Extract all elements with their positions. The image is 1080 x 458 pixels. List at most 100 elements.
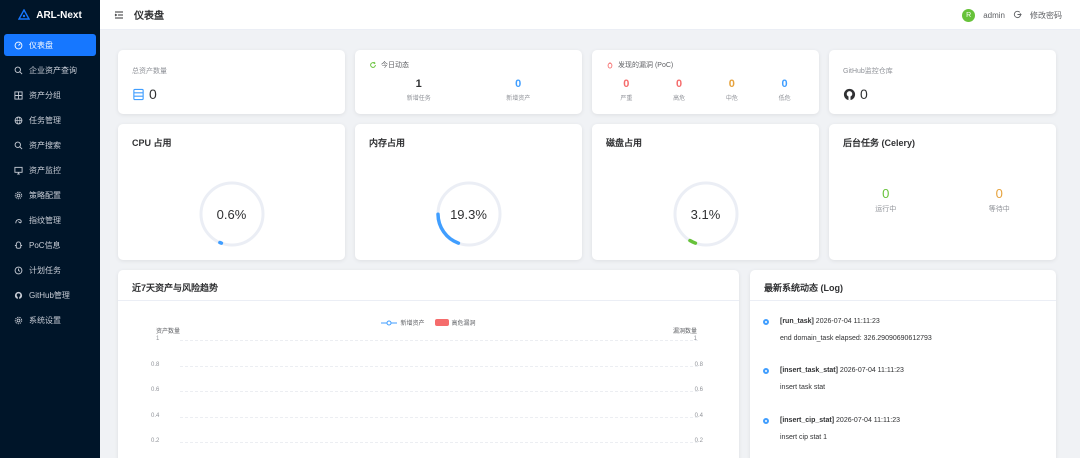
sidebar-item-label: 指纹管理 bbox=[29, 215, 61, 225]
github-card: GitHub监控仓库 0 bbox=[829, 50, 1056, 114]
log-entry: [run_task] 2026-07-04 11:11:23 end domai… bbox=[763, 318, 932, 342]
avatar[interactable]: R bbox=[962, 8, 976, 22]
page-title: 仪表盘 bbox=[134, 11, 164, 22]
stat-label: 严重 bbox=[620, 96, 633, 102]
sidebar-item-dashboard[interactable]: 仪表盘 bbox=[4, 34, 96, 56]
trend-chart-title: 近7天资产与风险趋势 bbox=[132, 283, 219, 293]
sidebar-item-label: 资产搜索 bbox=[29, 140, 61, 150]
log-tag: [insert_task_stat] bbox=[780, 367, 838, 374]
legend-label: 高危漏洞 bbox=[451, 321, 476, 327]
left-tick: 1 bbox=[156, 336, 160, 342]
bug-icon bbox=[607, 62, 613, 69]
sidebar-item-fingerprint[interactable]: 指纹管理 bbox=[4, 209, 96, 231]
stat-label: 等待中 bbox=[988, 206, 1010, 213]
change-password-link[interactable]: 修改密码 bbox=[1030, 10, 1062, 21]
globe-icon bbox=[14, 116, 23, 125]
menu-toggle-icon[interactable] bbox=[114, 10, 124, 20]
sidebar-item-label: 资产分组 bbox=[29, 90, 61, 100]
cpu-title: CPU 占用 bbox=[132, 138, 172, 148]
left-tick: 0.2 bbox=[151, 438, 160, 444]
sidebar-item-system-settings[interactable]: 系统设置 bbox=[4, 309, 96, 331]
sidebar-item-label: 企业资产查询 bbox=[29, 65, 77, 75]
celery-running: 0 运行中 bbox=[875, 186, 896, 214]
log-tag: [run_task] bbox=[780, 318, 814, 325]
total-assets-card: 总资产数量 0 bbox=[118, 50, 345, 114]
log-card: 最新系统动态 (Log) [run_task] 2026-07-04 11:11… bbox=[750, 270, 1056, 458]
sidebar-item-asset-monitor[interactable]: 资产监控 bbox=[4, 159, 96, 181]
stat-value: 0 bbox=[882, 186, 890, 201]
stat-label: 运行中 bbox=[875, 206, 897, 213]
header-user-area: R admin 修改密码 bbox=[962, 0, 1062, 30]
stat-new-assets: 0 新增资产 bbox=[506, 78, 530, 102]
sidebar-item-label: 策略配置 bbox=[29, 190, 61, 200]
poc-icon bbox=[14, 240, 23, 250]
disk-value: 3.1% bbox=[690, 206, 721, 222]
settings-icon bbox=[14, 316, 23, 325]
log-dot bbox=[763, 368, 769, 374]
stat-label: 新增任务 bbox=[406, 96, 431, 102]
stat-medium: 0 中危 bbox=[726, 78, 738, 102]
right-axis-name: 漏洞数量 bbox=[672, 329, 697, 335]
disk-title: 磁盘占用 bbox=[606, 138, 643, 148]
chart-legend: 新增资产 高危漏洞 bbox=[118, 318, 739, 327]
legend-new-assets[interactable]: 新增资产 bbox=[381, 318, 425, 327]
log-entry: [insert_task_stat] 2026-07-04 11:11:23 i… bbox=[763, 367, 904, 391]
memory-title: 内存占用 bbox=[369, 138, 406, 148]
legend-high-vulns[interactable]: 高危漏洞 bbox=[434, 318, 476, 327]
log-time: 2026-07-04 11:11:23 bbox=[815, 318, 880, 325]
grid-line bbox=[180, 391, 698, 392]
stat-label: 新增资产 bbox=[506, 96, 531, 102]
trend-chart-card: 近7天资产与风险趋势 新增资产 高危漏洞 资产数量 漏洞数量 1 1 0.8 0… bbox=[118, 270, 739, 458]
log-tag: [insert_cip_stat] bbox=[780, 417, 835, 424]
celery-pending: 0 等待中 bbox=[989, 186, 1010, 214]
github-icon bbox=[14, 291, 23, 300]
stat-label: 中危 bbox=[725, 96, 738, 102]
grid-line bbox=[180, 442, 698, 443]
app-logo[interactable]: ARL-Next bbox=[0, 0, 100, 30]
stat-label: 低危 bbox=[778, 96, 791, 102]
logo-icon bbox=[18, 9, 31, 20]
right-tick: 1 bbox=[693, 336, 697, 342]
right-tick: 0.8 bbox=[694, 362, 703, 368]
log-time: 2026-07-04 11:11:23 bbox=[839, 367, 904, 374]
refresh-icon bbox=[370, 61, 376, 68]
sidebar-item-policy[interactable]: 策略配置 bbox=[4, 184, 96, 206]
sidebar-item-enterprise-assets[interactable]: 企业资产查询 bbox=[4, 59, 96, 81]
log-time: 2026-07-04 11:11:23 bbox=[836, 417, 900, 424]
disk-card: 磁盘占用 3.1% bbox=[592, 124, 819, 260]
fingerprint-icon bbox=[14, 216, 23, 225]
cpu-gauge: 0.6% bbox=[196, 178, 268, 250]
github-value: 0 bbox=[860, 86, 868, 102]
left-tick: 0.8 bbox=[151, 362, 160, 368]
cpu-value: 0.6% bbox=[216, 206, 247, 222]
log-message: end domain_task elapsed: 326.29090690612… bbox=[780, 335, 932, 342]
sidebar-item-tasks[interactable]: 任务管理 bbox=[4, 109, 96, 131]
sidebar-item-asset-search[interactable]: 资产搜索 bbox=[4, 134, 96, 156]
sidebar-item-label: GitHub管理 bbox=[29, 290, 70, 300]
today-activity-card: 今日动态 1 新增任务 0 新增资产 bbox=[355, 50, 582, 114]
sidebar-item-label: 任务管理 bbox=[29, 115, 61, 125]
dashboard-icon bbox=[14, 41, 23, 50]
stat-value: 0 bbox=[781, 78, 788, 90]
sidebar-item-label: 系统设置 bbox=[29, 315, 61, 325]
right-tick: 0.4 bbox=[694, 413, 703, 419]
username[interactable]: admin bbox=[983, 11, 1005, 20]
legend-bar-marker bbox=[434, 319, 449, 326]
logout-icon[interactable] bbox=[1013, 10, 1022, 21]
memory-value: 19.3% bbox=[450, 206, 487, 222]
top-header: 仪表盘 R admin 修改密码 bbox=[100, 0, 1080, 30]
right-tick: 0.2 bbox=[694, 438, 703, 444]
memory-card: 内存占用 19.3% bbox=[355, 124, 582, 260]
sidebar-item-scheduled[interactable]: 计划任务 bbox=[4, 259, 96, 281]
log-entry: [insert_cip_stat] 2026-07-04 11:11:23 in… bbox=[763, 417, 900, 441]
stat-critical: 0 严重 bbox=[620, 78, 632, 102]
today-activity-title: 今日动态 bbox=[381, 62, 409, 69]
grid-line bbox=[180, 417, 698, 418]
sidebar-item-asset-groups[interactable]: 资产分组 bbox=[4, 84, 96, 106]
left-tick: 0.4 bbox=[151, 413, 160, 419]
cpu-card: CPU 占用 0.6% bbox=[118, 124, 345, 260]
sidebar-item-github[interactable]: GitHub管理 bbox=[4, 284, 96, 306]
sidebar-item-poc[interactable]: PoC信息 bbox=[4, 234, 96, 256]
grid-icon bbox=[14, 90, 23, 100]
total-assets-value: 0 bbox=[149, 86, 157, 102]
